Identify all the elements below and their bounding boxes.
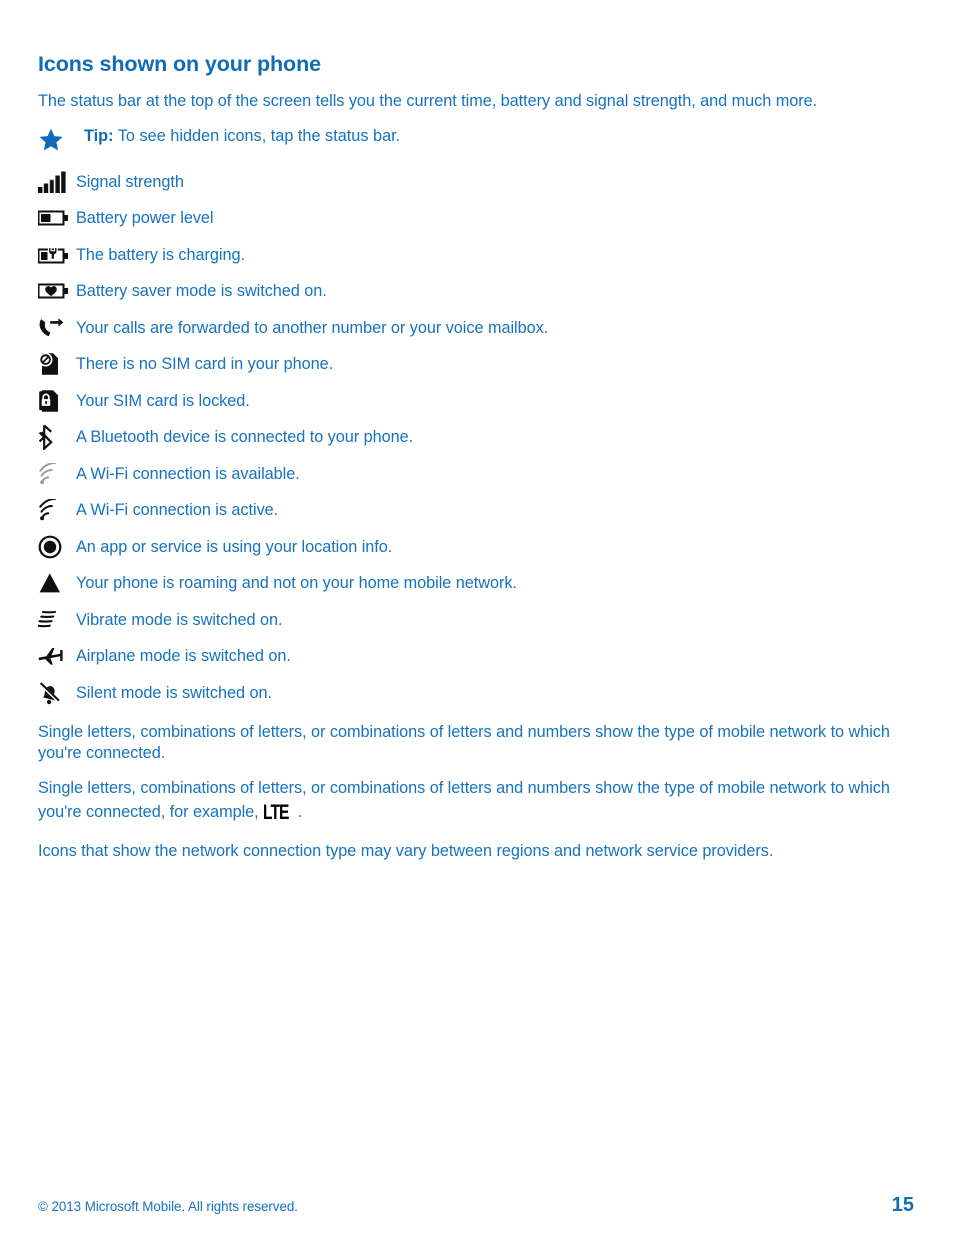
icon-row-wifi-active: A Wi-Fi connection is active. — [38, 495, 914, 525]
icon-row-sim-locked: Your SIM card is locked. — [38, 386, 914, 416]
icon-label: Your phone is roaming and not on your ho… — [76, 574, 517, 593]
icon-label: Signal strength — [76, 172, 184, 191]
tail-paragraphs: Single letters, combinations of letters,… — [38, 722, 914, 862]
roaming-icon — [38, 570, 76, 596]
intro-paragraph: The status bar at the top of the screen … — [38, 91, 818, 110]
location-icon — [38, 534, 76, 560]
icon-label: Airplane mode is switched on. — [76, 647, 291, 666]
network-type-paragraph-2-after: . — [297, 803, 303, 822]
silent-mode-icon — [38, 680, 76, 706]
icon-row-location: An app or service is using your location… — [38, 532, 914, 562]
network-type-paragraph-2-before: Single letters, combinations of letters,… — [38, 779, 890, 822]
battery-charging-icon — [38, 242, 76, 268]
icon-row-bluetooth: A Bluetooth device is connected to your … — [38, 422, 914, 452]
document-page: Icons shown on your phone The status bar… — [0, 0, 954, 1257]
tip-label: Tip: — [84, 126, 114, 145]
network-type-paragraph-1: Single letters, combinations of letters,… — [38, 722, 890, 763]
tip-text: Tip: To see hidden icons, tap the status… — [78, 126, 400, 147]
icon-row-call-forwarding: Your calls are forwarded to another numb… — [38, 313, 914, 343]
icon-row-no-sim-card: There is no SIM card in your phone. — [38, 349, 914, 379]
bluetooth-icon — [38, 424, 76, 451]
icon-label: A Bluetooth device is connected to your … — [76, 428, 414, 447]
lte-network-mark: LTE — [263, 801, 289, 825]
status-icon-list: Signal strength Battery power level The … — [38, 167, 914, 708]
airplane-mode-icon — [38, 643, 76, 669]
page-title: Icons shown on your phone — [38, 52, 321, 76]
copyright-notice: © 2013 Microsoft Mobile. All rights rese… — [38, 1199, 298, 1214]
icon-row-silent-mode: Silent mode is switched on. — [38, 678, 914, 708]
signal-strength-icon — [38, 169, 76, 195]
wifi-available-icon — [38, 461, 76, 487]
icon-label: Silent mode is switched on. — [76, 683, 272, 702]
icon-label: A Wi-Fi connection is available. — [76, 464, 300, 483]
vibrate-icon — [38, 607, 76, 633]
page-footer: © 2013 Microsoft Mobile. All rights rese… — [38, 1194, 914, 1217]
no-sim-card-icon — [38, 351, 76, 377]
tip-callout: Tip: To see hidden icons, tap the status… — [38, 126, 914, 153]
icon-label: The battery is charging. — [76, 245, 245, 264]
icon-label: Battery saver mode is switched on. — [76, 282, 327, 301]
icon-label: Battery power level — [76, 209, 214, 228]
tip-body: To see hidden icons, tap the status bar. — [117, 126, 401, 145]
sim-locked-icon — [38, 388, 76, 414]
icon-row-signal-strength: Signal strength — [38, 167, 914, 197]
icon-row-battery-charging: The battery is charging. — [38, 240, 914, 270]
icon-label: An app or service is using your location… — [76, 537, 393, 556]
star-icon — [38, 126, 78, 153]
icon-label: Your SIM card is locked. — [76, 391, 250, 410]
icon-label: A Wi-Fi connection is active. — [76, 501, 279, 520]
network-type-paragraph-3: Icons that show the network connection t… — [38, 841, 774, 860]
battery-level-icon — [38, 205, 76, 231]
icon-label: Your calls are forwarded to another numb… — [76, 318, 549, 337]
icon-row-vibrate: Vibrate mode is switched on. — [38, 605, 914, 635]
page-number: 15 — [891, 1194, 914, 1216]
icon-row-roaming: Your phone is roaming and not on your ho… — [38, 568, 914, 598]
call-forwarding-icon — [38, 315, 76, 341]
icon-row-wifi-available: A Wi-Fi connection is available. — [38, 459, 914, 489]
icon-row-battery-saver: Battery saver mode is switched on. — [38, 276, 914, 306]
icon-row-airplane-mode: Airplane mode is switched on. — [38, 641, 914, 671]
battery-saver-icon — [38, 278, 76, 304]
icon-row-battery-level: Battery power level — [38, 203, 914, 233]
wifi-active-icon — [38, 497, 76, 523]
network-type-paragraph-2: Single letters, combinations of letters,… — [38, 778, 910, 826]
icon-label: There is no SIM card in your phone. — [76, 355, 334, 374]
icon-label: Vibrate mode is switched on. — [76, 610, 283, 629]
